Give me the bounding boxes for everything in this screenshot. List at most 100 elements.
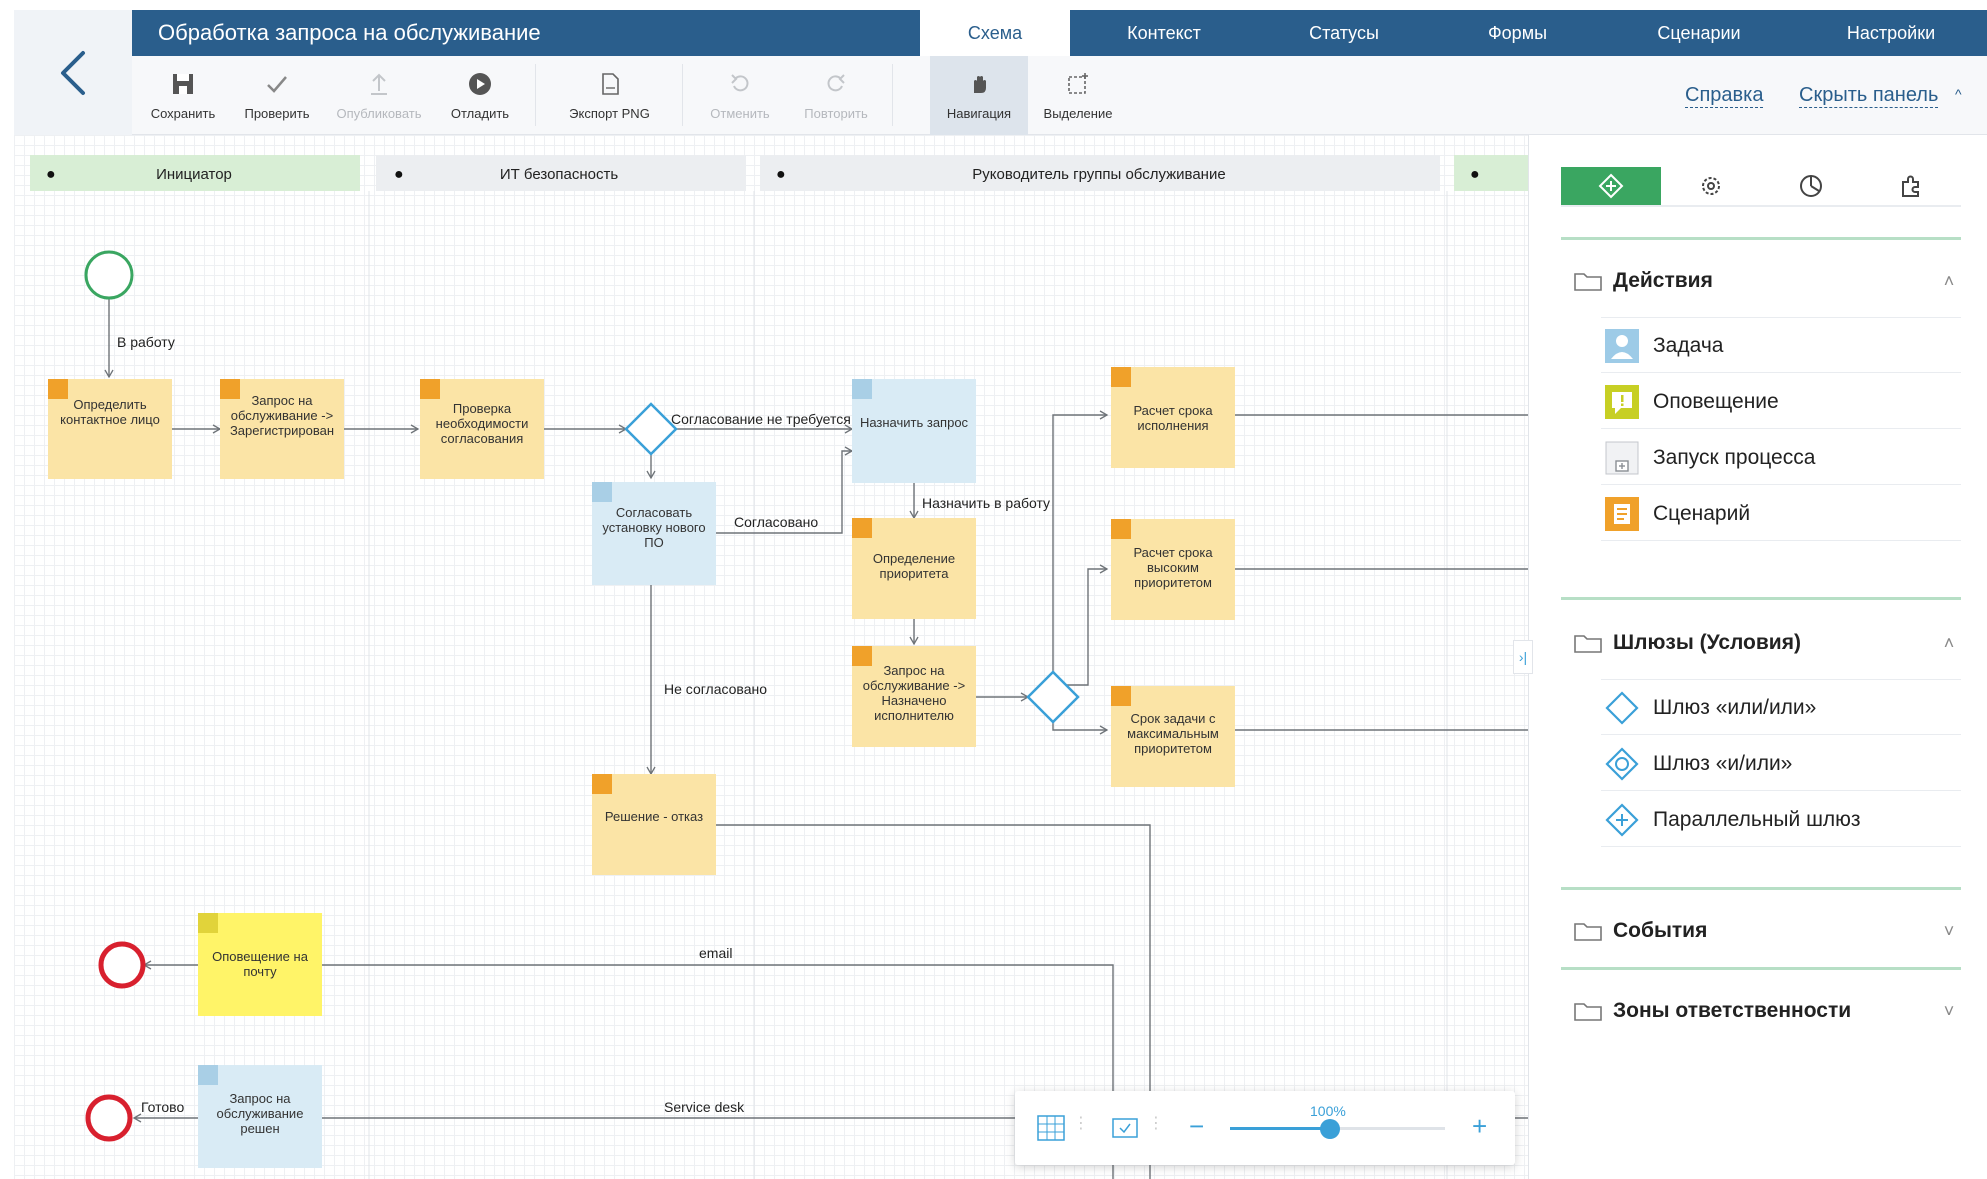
section-gateways-header[interactable]: Шлюзы (Условия) ˄ (1573, 623, 1961, 663)
lane-title: Инициатор (156, 166, 232, 183)
script-node-n8[interactable]: Расчет срока исполнения (1111, 367, 1235, 468)
diamond-plus-icon (1598, 173, 1624, 199)
script-node-n7[interactable]: Запрос на обслуживание -> Назначено испо… (852, 646, 976, 747)
diagram-canvas[interactable]: ● Инициатор ● ИТ безопасность ● Руководи… (14, 135, 1528, 1179)
folder-icon (1574, 1003, 1602, 1021)
selection-tool-button[interactable]: Выделение (1032, 56, 1124, 135)
redo-icon (822, 70, 850, 98)
folder-icon (1574, 923, 1602, 941)
hide-panel-link[interactable]: Скрыть панель (1799, 84, 1939, 108)
pie-chart-icon (1800, 175, 1822, 197)
publish-button[interactable]: Опубликовать (328, 56, 430, 135)
title-bar: Обработка запроса на обслуживание Схема … (132, 10, 1987, 56)
app-window: Обработка запроса на обслуживание Схема … (0, 0, 1987, 1179)
edge-label: email (699, 945, 732, 961)
tab-analytics[interactable] (1761, 167, 1861, 207)
back-button[interactable] (14, 10, 132, 135)
zoom-out-button[interactable]: − (1189, 1111, 1204, 1142)
undo-button[interactable]: Отменить (700, 56, 780, 135)
palette-item-notification[interactable]: Оповещение (1601, 375, 1961, 429)
edge-label: Service desk (664, 1099, 745, 1115)
user-task-node-n13[interactable]: Запрос на обслуживание решен (198, 1065, 322, 1168)
xor-gateway[interactable] (624, 402, 678, 456)
script-node-n3[interactable]: Проверка необходимости согласования (420, 379, 544, 479)
palette-item-xor-gateway[interactable]: Шлюз «или/или» (1601, 681, 1961, 735)
edge-label: Согласование не требуется (671, 411, 851, 427)
toolbar-divider (892, 64, 893, 126)
redo-button[interactable]: Повторить (792, 56, 880, 135)
fit-to-screen-icon[interactable] (1111, 1115, 1139, 1146)
file-image-icon (596, 70, 624, 98)
right-panel: Действия ˄ Задача Оповещение Запуск проц… (1528, 135, 1987, 1179)
section-zones-header[interactable]: Зоны ответственности ˅ (1573, 991, 1961, 1031)
script-node-n9[interactable]: Расчет срока высоким приоритетом (1111, 519, 1235, 620)
folder-icon (1574, 273, 1602, 291)
check-button[interactable]: Проверить (236, 56, 318, 135)
lane-next[interactable]: ● (1454, 155, 1528, 191)
tab-plugins[interactable] (1861, 167, 1961, 207)
navigation-tool-button[interactable]: Навигация (930, 56, 1028, 135)
chevron-up-icon: ˄ (1943, 270, 1955, 291)
script-node-n2[interactable]: Запрос на обслуживание -> Зарегистрирова… (220, 379, 344, 479)
export-png-button[interactable]: Экспорт PNG (552, 56, 667, 135)
lane-it-security[interactable]: ● ИТ безопасность (376, 155, 746, 191)
lane-initiator[interactable]: ● Инициатор (30, 155, 360, 191)
chevron-left-icon (61, 50, 85, 95)
zoom-slider-thumb[interactable] (1320, 1119, 1340, 1139)
chevron-down-icon: ˅ (1943, 1000, 1955, 1021)
tab-scenarios[interactable]: Сценарии (1605, 10, 1793, 56)
lane-title: ИТ безопасность (500, 166, 619, 183)
palette-item-or-gateway[interactable]: Шлюз «и/или» (1601, 737, 1961, 791)
lane-group-lead[interactable]: ● Руководитель группы обслуживание (760, 155, 1440, 191)
script-node-n10[interactable]: Срок задачи с максимальным приоритетом (1111, 686, 1235, 787)
tab-elements[interactable] (1561, 167, 1661, 207)
page-title: Обработка запроса на обслуживание (158, 20, 541, 45)
end-event[interactable] (85, 1094, 133, 1142)
debug-button[interactable]: Отладить (440, 56, 520, 135)
undo-icon (726, 70, 754, 98)
zoom-in-button[interactable]: + (1472, 1111, 1487, 1142)
notification-node-n12[interactable]: Оповещение на почту (198, 913, 322, 1016)
checkmark-icon (263, 70, 291, 98)
end-event[interactable] (98, 941, 146, 989)
script-node-n1[interactable]: Определить контактное лицо (48, 379, 172, 479)
section-divider (1561, 597, 1961, 600)
user-task-node-n4[interactable]: Согласовать установку нового ПО (592, 482, 716, 585)
subprocess-icon (1605, 441, 1639, 475)
save-button[interactable]: Сохранить (142, 56, 224, 135)
grid-icon[interactable] (1037, 1115, 1065, 1146)
tab-context[interactable]: Контекст (1070, 10, 1258, 56)
script-node-n11[interactable]: Решение - отказ (592, 774, 716, 875)
tab-statuses[interactable]: Статусы (1258, 10, 1430, 56)
palette-item-script[interactable]: Сценарий (1601, 487, 1961, 541)
upload-icon (365, 70, 393, 98)
xor-gateway[interactable] (1026, 670, 1080, 724)
section-actions-header[interactable]: Действия ˄ (1573, 261, 1961, 301)
chevron-up-icon: ^ (1955, 86, 1962, 102)
section-divider (1561, 887, 1961, 890)
tab-forms[interactable]: Формы (1430, 10, 1605, 56)
or-gateway-icon (1605, 746, 1639, 781)
zoom-level-label: 100% (1310, 1103, 1346, 1119)
zoom-slider-fill (1230, 1127, 1328, 1130)
puzzle-icon (1902, 175, 1919, 197)
toolbar-divider (682, 64, 683, 126)
separator: ⋮ (1073, 1115, 1089, 1132)
section-events-header[interactable]: События ˅ (1573, 911, 1961, 951)
palette-item-parallel-gateway[interactable]: Параллельный шлюз (1601, 793, 1961, 847)
help-link[interactable]: Справка (1685, 84, 1764, 108)
panel-collapse-handle[interactable]: ›| (1513, 640, 1533, 674)
divider (1601, 679, 1961, 680)
tab-settings[interactable]: Настройки (1793, 10, 1987, 56)
tab-bar: Схема Контекст Статусы Формы Сценарии На… (920, 10, 1987, 56)
notification-icon (1605, 384, 1639, 419)
start-event[interactable] (84, 250, 134, 300)
palette-item-subprocess[interactable]: Запуск процесса (1601, 431, 1961, 485)
script-node-n6[interactable]: Определение приоритета (852, 518, 976, 619)
tab-schema[interactable]: Схема (920, 10, 1070, 56)
parallel-gateway-icon (1605, 802, 1639, 837)
xor-gateway-icon (1605, 690, 1639, 725)
user-task-node-n5[interactable]: Назначить запрос (852, 379, 976, 483)
palette-item-task[interactable]: Задача (1601, 319, 1961, 373)
tab-properties[interactable] (1661, 167, 1761, 207)
